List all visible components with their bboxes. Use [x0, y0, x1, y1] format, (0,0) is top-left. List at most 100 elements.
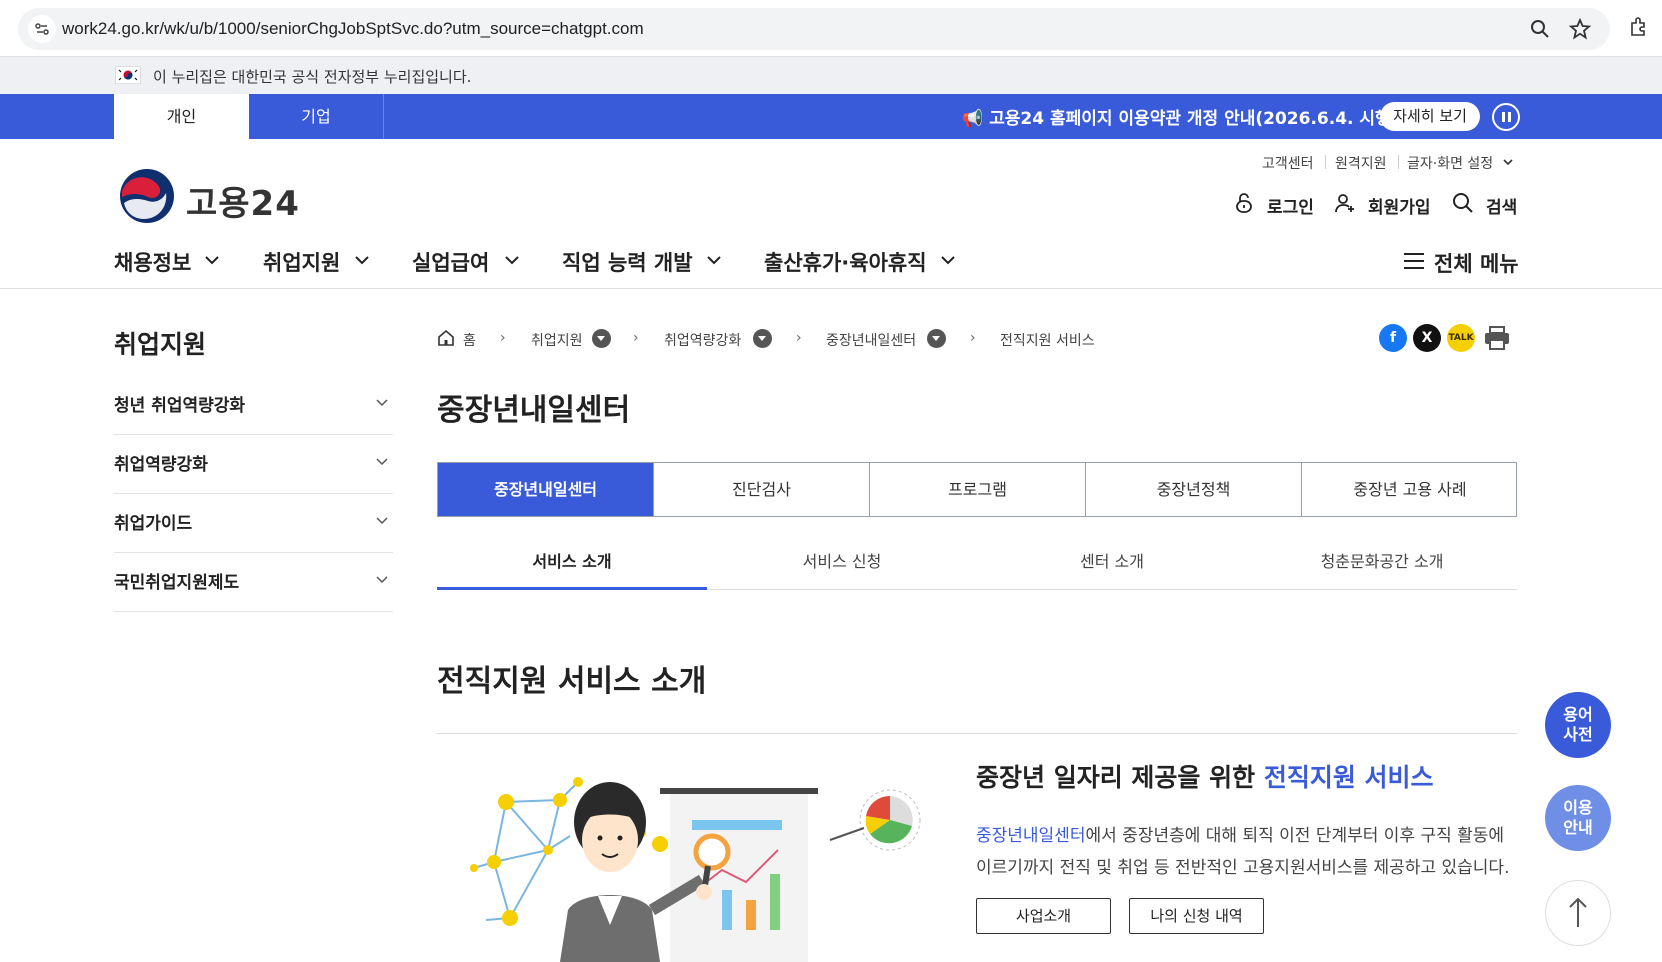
- desc-text: 에서 중장년층에 대해 퇴직 이전 단계부터 이후 구직 활동에: [1085, 826, 1505, 846]
- browser-toolbar: work24.go.kr/wk/u/b/1000/seniorChgJobSpt…: [0, 0, 1662, 57]
- chevron-down-icon: [376, 517, 388, 525]
- chevron-down-icon: [376, 458, 388, 466]
- divider: [0, 288, 1662, 289]
- lnb-item-youth[interactable]: 청년 취업역량강화: [114, 376, 393, 435]
- lnb-item-label: 취업가이드: [114, 514, 193, 534]
- login-link[interactable]: 로그인: [1267, 193, 1314, 218]
- korea-flag-icon: [115, 66, 141, 84]
- my-application-button[interactable]: 나의 신청 내역: [1129, 898, 1264, 934]
- notice-detail-button[interactable]: 자세히 보기: [1380, 102, 1480, 131]
- chevron-down-icon: [376, 576, 388, 584]
- section-lead: 중장년 일자리 제공을 위한 전직지원 서비스: [976, 758, 1434, 794]
- usage-guide-button[interactable]: 이용 안내: [1545, 785, 1611, 851]
- gnb-job-info[interactable]: 채용정보: [114, 247, 191, 277]
- util-customer-center[interactable]: 고객센터: [1262, 153, 1314, 173]
- gnb-skill-development[interactable]: 직업 능력 개발: [562, 247, 693, 277]
- section-description-line1: 중장년내일센터에서 중장년층에 대해 퇴직 이전 단계부터 이후 구직 활동에: [976, 821, 1504, 846]
- glossary-button[interactable]: 용어 사전: [1545, 692, 1611, 758]
- chevron-down-icon: [707, 256, 721, 265]
- section-title: 전직지원 서비스 소개: [437, 664, 707, 699]
- gnb-employment-support[interactable]: 취업지원: [263, 247, 340, 277]
- site-logo-text[interactable]: 고용24: [186, 176, 300, 225]
- address-bar[interactable]: work24.go.kr/wk/u/b/1000/seniorChgJobSpt…: [18, 8, 1610, 50]
- divider: [437, 733, 1517, 734]
- extensions-icon[interactable]: [1628, 16, 1650, 38]
- lnb-item-label: 청년 취업역량강화: [114, 396, 246, 416]
- zoom-icon[interactable]: [1528, 17, 1552, 41]
- dropdown-icon[interactable]: [753, 329, 772, 348]
- divider: [1398, 155, 1399, 169]
- lock-icon: [1236, 193, 1252, 213]
- chevron-down-icon: [205, 256, 219, 265]
- arrow-up-icon: [1569, 897, 1587, 927]
- util-remote-support[interactable]: 원격지원: [1335, 153, 1387, 173]
- lead-highlight: 전직지원 서비스: [1263, 763, 1434, 792]
- bookmark-star-icon[interactable]: [1568, 17, 1592, 41]
- breadcrumb-home[interactable]: 홈: [463, 330, 476, 350]
- pause-icon[interactable]: [1492, 103, 1520, 131]
- breadcrumb-separator: ›: [633, 330, 639, 346]
- search-icon: [1453, 193, 1473, 213]
- gnb-parental-leave[interactable]: 출산휴가·육아휴직: [764, 247, 927, 277]
- lnb-title: 취업지원: [114, 330, 207, 359]
- consultant-illustration: [470, 777, 921, 962]
- subtab-center-intro[interactable]: 센터 소개: [977, 540, 1247, 590]
- tab-personal[interactable]: 개인: [114, 94, 249, 139]
- gov-banner-text: 이 누리집은 대한민국 공식 전자정부 누리집입니다.: [153, 68, 472, 86]
- kakaotalk-icon[interactable]: TALK: [1447, 324, 1475, 352]
- lnb-item-capacity[interactable]: 취업역량강화: [114, 435, 393, 494]
- tab-senior-center[interactable]: 중장년내일센터: [438, 463, 654, 516]
- dropdown-icon[interactable]: [927, 329, 946, 348]
- tab-diagnosis[interactable]: 진단검사: [654, 463, 870, 516]
- breadcrumb-current: 전직지원 서비스: [1000, 333, 1095, 349]
- facebook-icon[interactable]: f: [1379, 324, 1407, 352]
- search-link[interactable]: 검색: [1486, 193, 1517, 218]
- business-intro-button[interactable]: 사업소개: [976, 898, 1111, 934]
- primary-tabs: 중장년내일센터 진단검사 프로그램 중장년정책 중장년 고용 사례: [437, 462, 1517, 517]
- page-title: 중장년내일센터: [437, 393, 631, 428]
- gnb-unemployment-benefit[interactable]: 실업급여: [412, 247, 489, 277]
- lnb-item-label: 국민취업지원제도: [114, 573, 240, 593]
- subtab-service-apply[interactable]: 서비스 신청: [707, 540, 977, 590]
- user-add-icon: [1335, 194, 1354, 213]
- secondary-tabs: 서비스 소개 서비스 신청 센터 소개 청춘문화공간 소개: [437, 540, 1517, 590]
- tab-policy[interactable]: 중장년정책: [1086, 463, 1302, 516]
- chevron-down-icon: [1503, 159, 1513, 166]
- lnb-item-national[interactable]: 국민취업지원제도: [114, 553, 393, 612]
- util-display-settings[interactable]: 글자·화면 설정: [1407, 153, 1493, 173]
- lnb-item-label: 취업역량강화: [114, 455, 208, 475]
- notice-text[interactable]: 📢 고용24 홈페이지 이용약관 개정 안내(2026.6.4. 시행): [962, 104, 1398, 129]
- subtab-service-intro[interactable]: 서비스 소개: [437, 540, 707, 590]
- lnb-item-guide[interactable]: 취업가이드: [114, 494, 393, 553]
- lead-text: 중장년 일자리 제공을 위한: [976, 763, 1264, 792]
- print-icon[interactable]: [1482, 324, 1512, 352]
- signup-link[interactable]: 회원가입: [1368, 193, 1431, 218]
- divider: [1325, 155, 1326, 169]
- tab-cases[interactable]: 중장년 고용 사례: [1302, 463, 1518, 516]
- taegeuk-logo-icon[interactable]: [118, 167, 176, 225]
- scroll-to-top-button[interactable]: [1545, 880, 1611, 946]
- x-twitter-icon[interactable]: X: [1413, 324, 1441, 352]
- top-bar: 개인 기업 📢 고용24 홈페이지 이용약관 개정 안내(2026.6.4. 시…: [0, 94, 1662, 139]
- hamburger-menu-icon: [1404, 253, 1424, 269]
- breadcrumb-item[interactable]: 취업지원: [531, 330, 583, 350]
- section-description-line2: 이르기까지 전직 및 취업 등 전반적인 고용지원서비스를 제공하고 있습니다.: [976, 858, 1510, 878]
- chevron-down-icon: [505, 256, 519, 265]
- site-settings-icon[interactable]: [28, 15, 56, 43]
- breadcrumb-item[interactable]: 취업역량강화: [664, 330, 741, 350]
- breadcrumb-separator: ›: [970, 330, 976, 346]
- chevron-down-icon: [941, 256, 955, 265]
- tab-program[interactable]: 프로그램: [870, 463, 1086, 516]
- chevron-down-icon: [376, 399, 388, 407]
- breadcrumb-separator: ›: [796, 330, 802, 346]
- dropdown-icon[interactable]: [592, 329, 611, 348]
- home-icon[interactable]: [437, 329, 455, 347]
- url-text[interactable]: work24.go.kr/wk/u/b/1000/seniorChgJobSpt…: [62, 19, 644, 39]
- breadcrumb-item[interactable]: 중장년내일센터: [826, 330, 916, 350]
- gov-banner: 이 누리집은 대한민국 공식 전자정부 누리집입니다.: [0, 57, 1662, 94]
- subtab-youth-culture[interactable]: 청춘문화공간 소개: [1247, 540, 1517, 590]
- chevron-down-icon: [355, 256, 369, 265]
- breadcrumb-separator: ›: [500, 330, 506, 346]
- all-menu-button[interactable]: 전체 메뉴: [1434, 248, 1519, 278]
- tab-company[interactable]: 기업: [249, 94, 384, 139]
